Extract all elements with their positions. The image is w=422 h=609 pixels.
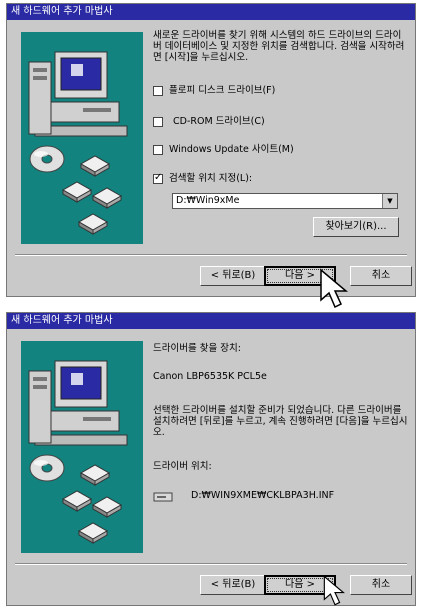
cdrom-checkbox[interactable]: [153, 117, 163, 127]
location-heading: 드라이버 위치:: [153, 461, 212, 472]
specify-location-checkbox[interactable]: [153, 172, 163, 184]
back-button[interactable]: < 뒤로(B): [200, 266, 266, 286]
window-title: 새 하드웨어 추가 마법사: [7, 4, 415, 20]
back-button[interactable]: < 뒤로(B): [200, 575, 266, 595]
specify-location-label[interactable]: 검색할 위치 지정(L):: [169, 173, 252, 184]
browse-button[interactable]: 찾아보기(R)...: [313, 217, 399, 237]
add-hardware-wizard-confirm-dialog: 새 하드웨어 추가 마법사 드라이버를 찾을 장치: Canon LBP6535…: [6, 312, 416, 606]
search-description: 새로운 드라이버를 찾기 위해 시스템의 하드 드라이브의 드라이버 데이터베이…: [153, 30, 405, 63]
drive-icon: [153, 492, 173, 502]
cd-disc-icon: [29, 454, 65, 482]
arrow-cursor-icon: [320, 268, 349, 309]
divider: [15, 563, 407, 565]
cdrom-option-label[interactable]: CD-ROM 드라이브(C): [173, 116, 265, 127]
floppy-disk-icon: [79, 464, 111, 486]
floppy-disk-icon: [77, 213, 109, 235]
device-name: Canon LBP6535K PCL5e: [153, 371, 267, 382]
cancel-button[interactable]: 취소: [350, 266, 412, 286]
wizard-illustration: [21, 32, 143, 244]
driver-path: D:₩WIN9XME₩CKLBPA3H.INF: [191, 490, 335, 501]
floppy-disk-icon: [91, 496, 123, 518]
divider: [15, 254, 407, 256]
windows-update-checkbox[interactable]: [153, 145, 163, 155]
arrow-cursor-icon: [323, 575, 345, 606]
floppy-disk-icon: [77, 522, 109, 544]
floppy-checkbox[interactable]: [153, 86, 163, 96]
device-heading: 드라이버를 찾을 장치:: [153, 343, 241, 354]
floppy-disk-icon: [91, 187, 123, 209]
location-combobox[interactable]: D:₩Win9xMe ▼: [172, 193, 398, 209]
floppy-disk-icon: [79, 155, 111, 177]
chevron-down-icon[interactable]: ▼: [382, 194, 397, 208]
ready-message: 선택한 드라이버를 설치할 준비가 되었습니다. 다른 드라이버를 설치하려면 …: [153, 405, 408, 438]
floppy-option-label[interactable]: 플로피 디스크 드라이브(F): [169, 85, 275, 96]
cancel-button[interactable]: 취소: [350, 575, 412, 595]
windows-update-option-label[interactable]: Windows Update 사이트(M): [169, 144, 294, 155]
floppy-disk-icon: [61, 490, 93, 512]
location-value: D:₩Win9xMe: [176, 195, 240, 206]
window-title: 새 하드웨어 추가 마법사: [7, 313, 415, 329]
floppy-disk-icon: [61, 181, 93, 203]
wizard-illustration: [21, 341, 143, 553]
cd-disc-icon: [29, 145, 65, 173]
add-hardware-wizard-search-dialog: 새 하드웨어 추가 마법사 새로운 드라이버를 찾기 위해 시스템의 하드 드라…: [6, 3, 416, 309]
